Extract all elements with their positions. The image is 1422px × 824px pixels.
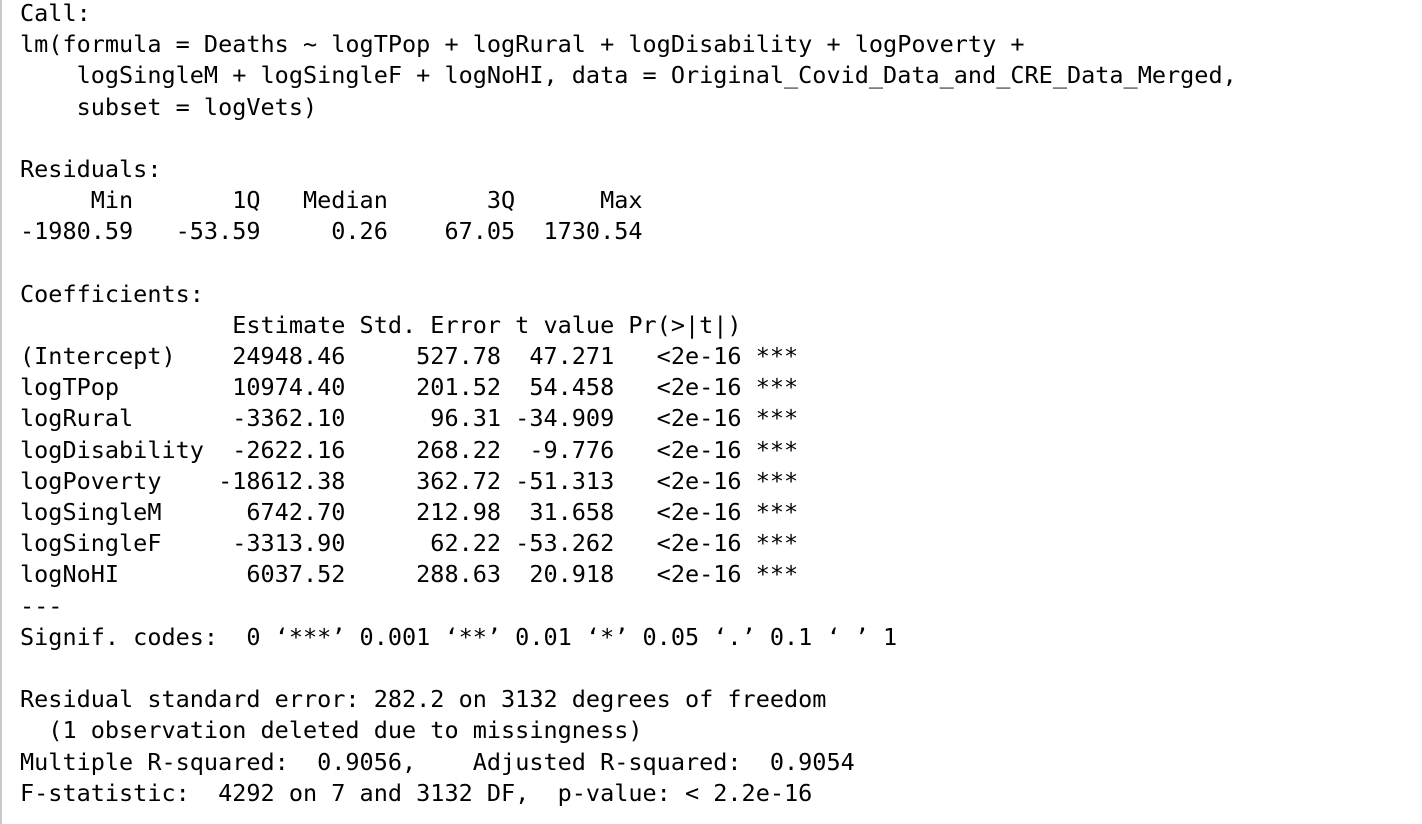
coef-row-logdisability: logDisability -2622.16 268.22 -9.776 <2e…: [20, 435, 799, 464]
separator-line: ---: [20, 591, 63, 620]
regression-summary-output: Call: lm(formula = Deaths ~ logTPop + log…: [20, 0, 1237, 809]
call-header: Call:: [20, 0, 91, 27]
residuals-header: Residuals:: [20, 154, 162, 183]
coef-row-lognohi: logNoHI 6037.52 288.63 20.918 <2e-16 ***: [20, 560, 799, 589]
coefficients-column-headers: Estimate Std. Error t value Pr(>|t|): [20, 310, 799, 339]
coef-row-logsinglem: logSingleM 6742.70 212.98 31.658 <2e-16 …: [20, 498, 799, 526]
r-squared-line: Multiple R-squared: 0.9056, Adjusted R-s…: [20, 747, 869, 776]
call-formula-line-2: logSingleM + logSingleF + logNoHI, data …: [20, 61, 1237, 90]
coef-row-logtpop: logTPop 10974.40 201.52 54.458 <2e-16 **…: [20, 373, 799, 402]
f-statistic-line: F-statistic: 4292 on 7 and 3132 DF, p-va…: [20, 778, 813, 807]
coef-row-intercept: (Intercept) 24948.46 527.78 47.271 <2e-1…: [20, 342, 799, 371]
call-formula-line-3: subset = logVets): [20, 92, 318, 121]
missingness-note-line: (1 observation deleted due to missingnes…: [20, 716, 643, 745]
residual-standard-error-line: Residual standard error: 282.2 on 3132 d…: [20, 685, 827, 714]
signif-codes-line: Signif. codes: 0 ‘***’ 0.001 ‘**’ 0.01 ‘…: [20, 622, 898, 651]
coefficients-header: Coefficients:: [20, 279, 204, 308]
pane-left-border: [0, 0, 2, 824]
coef-row-logrural: logRural -3362.10 96.31 -34.909 <2e-16 *…: [20, 404, 799, 433]
console-output-pane: Call: lm(formula = Deaths ~ logTPop + log…: [0, 0, 1422, 824]
coef-row-logpoverty: logPoverty -18612.38 362.72 -51.313 <2e-…: [20, 466, 799, 495]
coef-row-logsinglef: logSingleF -3313.90 62.22 -53.262 <2e-16…: [20, 529, 799, 558]
residuals-values: -1980.59 -53.59 0.26 67.05 1730.54: [20, 217, 657, 246]
residuals-column-headers: Min 1Q Median 3Q Max: [20, 186, 657, 215]
call-formula-line-1: lm(formula = Deaths ~ logTPop + logRural…: [20, 30, 1025, 59]
